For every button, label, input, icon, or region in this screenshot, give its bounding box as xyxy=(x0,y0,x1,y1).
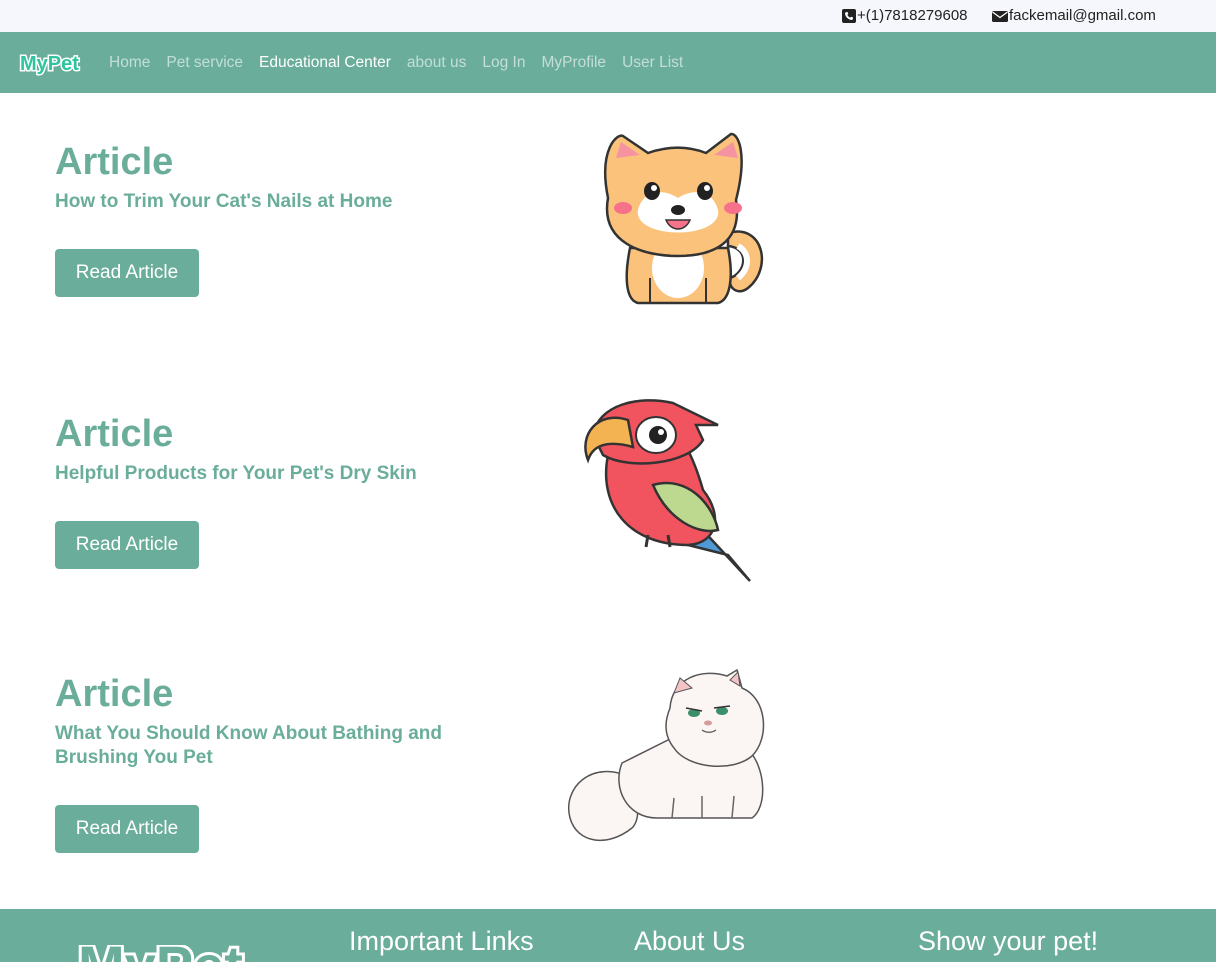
read-article-button[interactable]: Read Article xyxy=(55,805,199,853)
brand-logo[interactable]: MyPet xyxy=(19,50,83,81)
footer: MyPet Important Links About Us Show your… xyxy=(0,909,1216,962)
phone-square-icon xyxy=(842,8,856,23)
nav-user-list[interactable]: User List xyxy=(622,54,683,72)
persian-cat-illustration xyxy=(567,668,765,842)
read-article-button[interactable]: Read Article xyxy=(55,521,199,569)
footer-logo: MyPet xyxy=(75,931,288,962)
article-title: Helpful Products for Your Pet's Dry Skin xyxy=(55,463,417,484)
svg-text:MyPet: MyPet xyxy=(20,53,79,75)
nav-about-us[interactable]: about us xyxy=(407,54,466,72)
nav-menu: Home Pet service Educational Center abou… xyxy=(109,32,699,93)
mypet-logo: MyPet xyxy=(19,52,81,77)
svg-text:MyPet: MyPet xyxy=(78,945,243,962)
mypet-footer-logo: MyPet xyxy=(75,931,246,962)
main-navbar: MyPet Home Pet service Educational Cente… xyxy=(0,32,1216,93)
parrot-illustration xyxy=(584,399,751,582)
footer-heading-about-us: About Us xyxy=(634,926,746,956)
footer-heading-show-your-pet: Show your pet! xyxy=(918,926,1099,956)
article-title: How to Trim Your Cat's Nails at Home xyxy=(55,191,393,212)
shiba-dog-illustration xyxy=(603,132,764,305)
contact-bar: +(1)7818279608 fackemail@gmail.com xyxy=(0,0,1216,32)
contact-email-text[interactable]: fackemail@gmail.com xyxy=(1009,7,1156,24)
nav-home[interactable]: Home xyxy=(109,54,150,72)
article-title: What You Should Know About Bathing and B… xyxy=(55,723,442,768)
contact-phone-text[interactable]: +(1)7818279608 xyxy=(857,7,968,24)
read-article-button[interactable]: Read Article xyxy=(55,249,199,297)
nav-educational-center[interactable]: Educational Center xyxy=(259,54,391,72)
contact-email: fackemail@gmail.com xyxy=(992,7,1156,24)
contact-phone: +(1)7818279608 xyxy=(842,7,968,24)
nav-my-profile[interactable]: MyProfile xyxy=(541,54,606,72)
nav-pet-service[interactable]: Pet service xyxy=(166,54,243,72)
nav-log-in[interactable]: Log In xyxy=(482,54,525,72)
envelope-icon xyxy=(992,10,1008,22)
footer-heading-important-links: Important Links xyxy=(349,926,534,956)
